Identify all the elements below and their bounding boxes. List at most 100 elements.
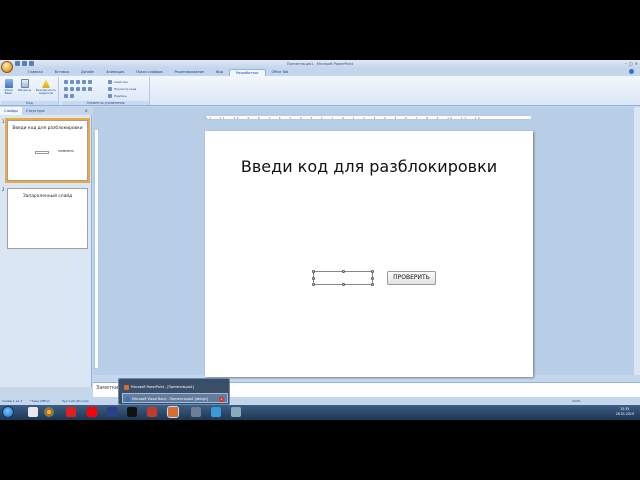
listbox-control-icon[interactable] <box>64 87 68 91</box>
vegas-icon[interactable] <box>127 407 137 417</box>
tab-developer[interactable]: Разработчик <box>228 69 266 76</box>
title-bar: Презентация1 - Microsoft PowerPoint – □ … <box>0 60 640 68</box>
macros-label: Макросы <box>18 88 32 92</box>
app-icon[interactable] <box>191 407 201 417</box>
macro-security-button[interactable]: Безопасность макросов <box>35 79 57 95</box>
popup-item-powerpoint[interactable]: Microsoft PowerPoint - [Презентация1] <box>122 382 228 392</box>
youtube-icon[interactable] <box>87 407 97 417</box>
chrome-icon[interactable] <box>44 407 54 417</box>
resize-handle[interactable] <box>371 270 374 273</box>
textbox-control-icon[interactable] <box>70 80 74 84</box>
button-control-icon[interactable] <box>76 80 80 84</box>
resize-handle[interactable] <box>312 270 315 273</box>
powerpoint-taskbar-icon[interactable] <box>167 406 179 418</box>
resize-handle[interactable] <box>342 283 345 286</box>
ribbon-group-code: Visual Basic Макросы Безопасность макрос… <box>1 77 59 105</box>
tab-slideshow[interactable]: Показ слайдов <box>130 69 168 76</box>
text-button[interactable]: Надпись <box>108 94 127 98</box>
vertical-scrollbar[interactable] <box>634 107 640 375</box>
spin-control-icon[interactable] <box>82 87 86 91</box>
tab-office-tab[interactable]: Office Tab <box>266 69 295 76</box>
app-icon-2[interactable] <box>231 407 241 417</box>
code-textbox[interactable] <box>312 270 374 286</box>
tab-outline[interactable]: Структура <box>22 107 49 115</box>
properties-button[interactable]: Свойства <box>108 80 128 84</box>
photoshop-icon[interactable] <box>107 407 117 417</box>
window-title: Презентация1 - Microsoft PowerPoint <box>286 62 354 66</box>
resize-handle[interactable] <box>371 283 374 286</box>
notes-label: Заметки <box>96 385 119 391</box>
close-button[interactable]: × <box>635 60 638 68</box>
office-button[interactable] <box>1 61 13 73</box>
slide-thumbnail-2[interactable]: Запароленный слайд <box>7 188 88 249</box>
controls-row-2 <box>64 87 92 91</box>
zoom-level[interactable]: 102% <box>572 398 581 404</box>
explorer-icon[interactable] <box>28 407 38 417</box>
checkbox-control-icon[interactable] <box>82 80 86 84</box>
status-bar: Слайд 1 из 2 "Тема Office" Русский (Росс… <box>0 398 640 404</box>
redo-icon[interactable] <box>29 61 34 66</box>
tab-insert[interactable]: Вставка <box>49 69 75 76</box>
check-button[interactable]: ПРОВЕРИТЬ <box>387 271 436 285</box>
thumbnail-title-2: Запароленный слайд <box>22 194 73 199</box>
window-controls: – □ × <box>625 60 638 68</box>
visual-basic-label: Visual Basic <box>4 88 13 95</box>
horizontal-ruler: 12 · 11 · 10 · 9 · 8 · 7 · 6 · 5 · 4 · 3… <box>205 115 532 120</box>
pane-close-button[interactable]: × <box>85 107 88 115</box>
combobox-control-icon[interactable] <box>70 87 74 91</box>
status-slide-count: Слайд 1 из 2 <box>2 399 23 403</box>
code-group-label: Код <box>1 101 58 105</box>
network-app-icon[interactable] <box>211 407 221 417</box>
controls-row-3 <box>64 94 74 98</box>
tab-design[interactable]: Дизайн <box>75 69 100 76</box>
vertical-ruler <box>94 129 99 369</box>
tab-animation[interactable]: Анимация <box>100 69 130 76</box>
resize-handle[interactable] <box>312 277 315 280</box>
slides-pane-tabs: Слайды Структура <box>0 107 92 115</box>
view-code-button[interactable]: Просмотр кода <box>108 87 136 91</box>
warning-icon <box>42 79 50 88</box>
taskbar-clock[interactable]: 15:35 26.01.2019 <box>616 407 634 417</box>
image-control-icon[interactable] <box>64 94 68 98</box>
slide-title[interactable]: Введи код для разблокировки <box>205 157 533 176</box>
maximize-button[interactable]: □ <box>629 60 633 68</box>
ribbon: Visual Basic Макросы Безопасность макрос… <box>0 76 640 106</box>
resize-handle[interactable] <box>342 270 345 273</box>
clock-date: 26.01.2019 <box>615 412 634 416</box>
media-icon[interactable] <box>147 407 157 417</box>
visual-basic-button[interactable]: Visual Basic <box>2 79 15 95</box>
undo-icon[interactable] <box>22 61 27 66</box>
visual-basic-icon <box>125 397 130 402</box>
properties-icon <box>108 80 112 84</box>
resize-handle[interactable] <box>371 277 374 280</box>
close-icon[interactable]: x <box>219 397 224 402</box>
slide-thumbnail-1[interactable]: Введи код для разблокировки ПРОВЕРИТЬ <box>5 118 90 183</box>
tab-review[interactable]: Рецензирование <box>169 69 211 76</box>
macros-icon <box>20 79 29 88</box>
slide-canvas[interactable]: Введи код для разблокировки ПРОВЕРИТЬ <box>205 131 533 377</box>
minimize-button[interactable]: – <box>625 60 627 68</box>
radio-control-icon[interactable] <box>88 80 92 84</box>
tab-home[interactable]: Главная <box>22 69 49 76</box>
scroll-control-icon[interactable] <box>88 87 92 91</box>
ribbon-tabs: Главная Вставка Дизайн Анимация Показ сл… <box>0 68 640 76</box>
slide-number-1: 1 <box>2 119 5 124</box>
resize-handle[interactable] <box>312 283 315 286</box>
save-icon[interactable] <box>15 61 20 66</box>
help-icon[interactable] <box>629 69 634 74</box>
toggle-control-icon[interactable] <box>76 87 80 91</box>
yandex-icon[interactable] <box>66 407 76 417</box>
more-controls-icon[interactable] <box>70 94 74 98</box>
tab-view[interactable]: Вид <box>210 69 229 76</box>
start-button[interactable] <box>2 406 14 418</box>
controls-row-1 <box>64 80 92 84</box>
slide-number-2: 2 <box>2 187 5 192</box>
popup-item-vba[interactable]: Microsoft Visual Basic - Презентация1 [d… <box>122 393 228 403</box>
tab-slides[interactable]: Слайды <box>0 107 22 115</box>
powerpoint-icon <box>124 385 129 390</box>
properties-label: Свойства <box>114 80 128 84</box>
status-language: Русский (Россия) <box>62 399 89 403</box>
visual-basic-icon <box>4 79 13 88</box>
label-control-icon[interactable] <box>64 80 68 84</box>
macros-button[interactable]: Макросы <box>18 79 31 92</box>
